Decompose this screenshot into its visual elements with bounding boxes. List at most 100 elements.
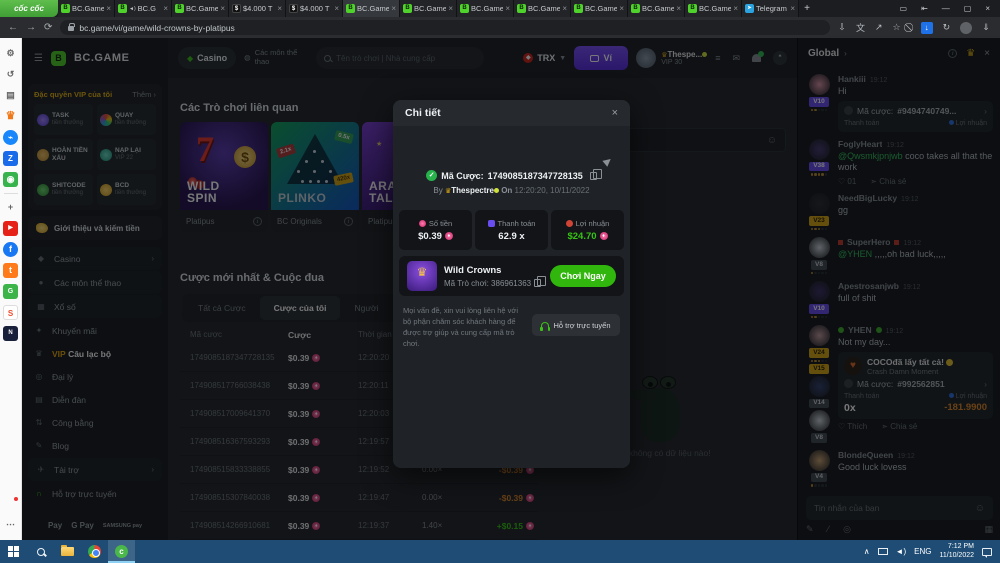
close-window-button[interactable]: × [985, 4, 990, 13]
tab-close-icon[interactable]: × [106, 4, 111, 13]
game-id-label: Mã Trò chơi: [444, 279, 489, 288]
tab-close-icon[interactable]: × [277, 4, 282, 13]
play-now-button[interactable]: Chơi Ngay [550, 265, 616, 287]
back-button[interactable]: ← [8, 22, 18, 33]
tab-close-icon[interactable]: × [334, 4, 339, 13]
tray-expand-icon[interactable]: ∧ [864, 547, 870, 556]
bcgame-favicon: B [460, 4, 469, 13]
browser-tab[interactable]: $$4.000 T× [229, 0, 286, 17]
chrome-icon[interactable] [81, 540, 108, 563]
modal-close-icon[interactable]: × [612, 107, 618, 119]
settings-icon[interactable]: ⚙ [3, 46, 18, 61]
browser-tab[interactable]: BBC.Game× [457, 0, 514, 17]
system-tray: ∧ ◄) ENG 7:12 PM 11/10/2022 [864, 543, 1000, 561]
bet-id-label: Mã Cược: [441, 171, 483, 181]
download-page-icon[interactable]: ⇩ [838, 22, 846, 33]
live-support-button[interactable]: Hỗ trợ trực tuyến [532, 314, 620, 336]
feed-icon[interactable]: ▤ [3, 88, 18, 103]
download-manager-icon[interactable]: ↓ [921, 22, 933, 34]
store-green-icon[interactable]: G [3, 284, 18, 299]
tiki-icon[interactable]: t [3, 263, 18, 278]
bcgame-favicon: B [517, 4, 526, 13]
browser-tab[interactable]: B◄)BC.G× [115, 0, 172, 17]
copy-icon[interactable] [534, 279, 541, 287]
youtube-icon[interactable]: ▶ [3, 221, 18, 236]
copy-icon[interactable] [590, 172, 597, 180]
reload-button[interactable]: ⟳ [44, 22, 52, 33]
language-indicator[interactable]: ENG [914, 547, 931, 556]
network-icon[interactable] [878, 548, 888, 555]
tab-close-icon[interactable]: × [505, 4, 510, 13]
forward-button[interactable]: → [26, 22, 36, 33]
tab-title: $4.000 T [300, 4, 332, 13]
tab-close-icon[interactable]: × [733, 4, 738, 13]
windows-taskbar: c ∧ ◄) ENG 7:12 PM 11/10/2022 [0, 540, 1000, 563]
stat-value: 62.9 x [498, 231, 524, 242]
tab-audio-icon[interactable]: ◄) [129, 6, 136, 12]
taskbar-search-icon[interactable] [27, 540, 54, 563]
notifications-icon[interactable] [3, 496, 18, 511]
shopee-icon[interactable]: S [3, 305, 18, 320]
messenger-icon[interactable]: ⌁ [3, 130, 18, 145]
tab-close-icon[interactable]: × [562, 4, 567, 13]
bet-datetime: 12:20:20, 10/11/2022 [515, 186, 590, 195]
minimize-button[interactable]: — [942, 4, 950, 13]
coccoc-taskbar-icon[interactable]: c [108, 540, 135, 563]
vip-crown-icon[interactable]: ♛ [3, 109, 18, 124]
sync-icon[interactable]: ↻ [943, 22, 951, 33]
share-icon[interactable]: ▶ [602, 155, 615, 168]
game-name: Wild Crowns [444, 265, 541, 276]
volume-icon[interactable]: ◄) [896, 547, 907, 556]
stat-cell: Thanh toán62.9 x [475, 210, 548, 250]
games-icon[interactable]: ◉ [3, 172, 18, 187]
sidebar-toggle-icon[interactable]: ⇤ [921, 4, 928, 13]
zalo-icon[interactable]: Z [3, 151, 18, 166]
bcgame-favicon: B [346, 4, 355, 13]
tab-close-icon[interactable]: × [220, 4, 225, 13]
taskbar-clock[interactable]: 7:12 PM 11/10/2022 [939, 543, 974, 561]
browser-tab[interactable]: BBC.Game× [58, 0, 115, 17]
tab-close-icon[interactable]: × [391, 4, 396, 13]
translate-icon[interactable]: 文 [856, 21, 865, 34]
maximize-button[interactable]: ▢ [964, 4, 972, 13]
file-explorer-icon[interactable] [54, 540, 81, 563]
downloads-tray-icon[interactable]: ⇓ [982, 22, 990, 33]
bcgame-favicon: B [688, 4, 697, 13]
browser-tab[interactable]: $$4.000 T× [286, 0, 343, 17]
coccoc-menu-button[interactable]: cốc cốc [0, 0, 58, 17]
facebook-icon[interactable]: f [3, 242, 18, 257]
tab-close-icon[interactable]: × [163, 4, 168, 13]
tab-close-icon[interactable]: × [790, 4, 795, 13]
address-bar[interactable]: bc.game/vi/game/wild-crowns-by-platipus [60, 20, 830, 35]
tab-close-icon[interactable]: × [676, 4, 681, 13]
browser-tab[interactable]: BBC.Game× [400, 0, 457, 17]
history-icon[interactable]: ↺ [3, 67, 18, 82]
more-icon[interactable]: ⋯ [3, 517, 18, 532]
stat-cell: Số tiền$0.39 [399, 210, 472, 250]
url-text[interactable]: bc.game/vi/game/wild-crowns-by-platipus [79, 23, 234, 33]
action-center-icon[interactable] [982, 548, 992, 556]
browser-tab[interactable]: BBC.Game× [571, 0, 628, 17]
browser-tab[interactable]: BBC.Game× [172, 0, 229, 17]
bet-author[interactable]: Thespectre [451, 186, 494, 195]
app-dark-icon[interactable]: N [3, 326, 18, 341]
start-button[interactable] [0, 540, 27, 563]
tab-search-icon[interactable]: ▭ [900, 4, 908, 13]
dollar-favicon: $ [289, 4, 298, 13]
add-icon[interactable]: + [3, 200, 18, 215]
tab-title: $4.000 T [243, 4, 275, 13]
bcgame-favicon: B [631, 4, 640, 13]
tab-close-icon[interactable]: × [448, 4, 453, 13]
tab-close-icon[interactable]: × [619, 4, 624, 13]
new-tab-button[interactable]: + [799, 0, 815, 17]
browser-toolbar: ← → ⟳ bc.game/vi/game/wild-crowns-by-pla… [0, 17, 1000, 38]
share-page-icon[interactable]: ↗ [875, 22, 883, 33]
browser-tab[interactable]: BBC.Game× [628, 0, 685, 17]
profile-avatar-icon[interactable] [960, 22, 972, 34]
game-thumbnail[interactable] [407, 261, 437, 291]
browser-tab[interactable]: BBC.Game× [343, 0, 400, 17]
browser-tab[interactable]: BBC.Game× [514, 0, 571, 17]
bookmark-star-icon[interactable]: ☆ [893, 22, 901, 33]
browser-tab[interactable]: BBC.Game× [685, 0, 742, 17]
browser-tab[interactable]: ➤Telegram× [742, 0, 799, 17]
